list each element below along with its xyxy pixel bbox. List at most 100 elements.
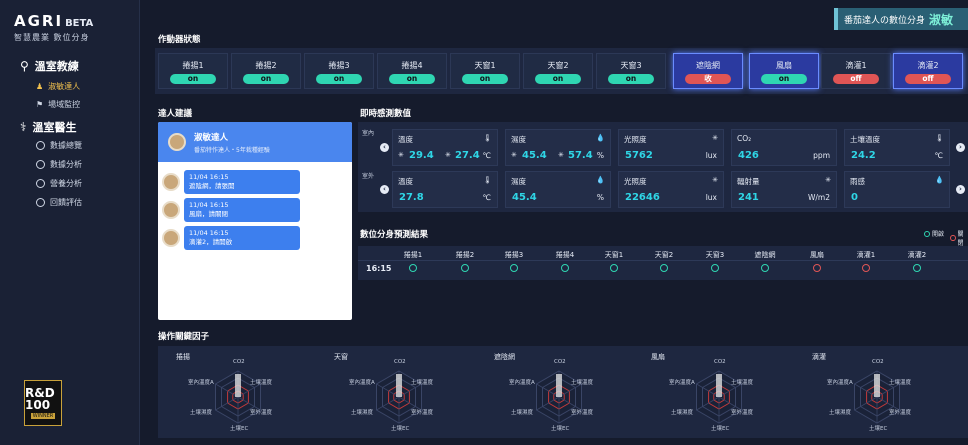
actuator-label: 天窗1 [474, 61, 496, 70]
sidebar-item-overview[interactable]: 數據總覽 [36, 140, 82, 151]
radar-axis-label: CO2 [872, 359, 884, 365]
avatar [168, 133, 186, 151]
prediction-header: 天窗3 [705, 251, 725, 259]
stethoscope-icon: ⚕ [20, 120, 27, 134]
nav-section-coach[interactable]: ⚲ 溫室教練 [20, 58, 79, 74]
sensor-card: 雨感 💧 0 [844, 171, 950, 208]
status-badge: on [761, 74, 807, 84]
sensor-header: 土壤溫度 🌡 [850, 134, 944, 145]
nav-section-doctor[interactable]: ⚕ 溫室醫生 [20, 119, 77, 135]
sensor-value-1: 29.4 [409, 150, 434, 161]
indoor-label: 室內 [362, 130, 375, 137]
actuator-card[interactable]: 天窗1 on [450, 53, 520, 89]
message-bubble[interactable]: 11/04 16:15 風扇，請關閉 [184, 198, 300, 222]
prev-arrow-icon[interactable]: ‹ [380, 185, 389, 194]
actuator-card[interactable]: 遮陰網收 [673, 53, 743, 89]
logo-text: AGRI [14, 12, 64, 30]
sensor-label: 光照度 [624, 135, 647, 144]
actuator-card[interactable]: 天窗3 on [596, 53, 666, 89]
radar-chart [536, 370, 582, 424]
actuator-card[interactable]: 捲揚1 on [158, 53, 228, 89]
next-arrow-icon[interactable]: › [956, 185, 965, 194]
droplet-icon: 💧 [596, 134, 605, 142]
actuator-card[interactable]: 風扇 on [749, 53, 819, 89]
expert-title: 達人建議 [158, 109, 193, 119]
radar-axis-label: 土壤EC [551, 426, 570, 432]
sensor-header: 輻射量 ✳ [737, 176, 831, 187]
radar-axis-label: CO2 [714, 359, 726, 365]
message-time: 11/04 16:15 [189, 173, 229, 181]
prediction-title: 數位分身預測結果 [360, 230, 429, 240]
sensor-value: 24.2 [851, 150, 876, 161]
sensor-unit: ℃ [482, 151, 491, 160]
radar-axis-label: 室內溫度A [188, 380, 214, 386]
radar-axis-label: 土壤濕度 [671, 410, 694, 416]
power-on-icon [561, 264, 569, 272]
message-bubble[interactable]: 11/04 16:15 滴灌2，請開啟 [184, 226, 300, 250]
sidebar-item-label: 數據分析 [50, 160, 82, 169]
message-item: 11/04 16:15 遮陰網，請張開 [162, 170, 300, 194]
sensor-card: 溫度 🌡 27.8 ℃ [392, 171, 498, 208]
power-off-icon [862, 264, 870, 272]
actuator-card[interactable]: 捲揚3 on [304, 53, 374, 89]
sun-icon: ✳ [712, 176, 718, 184]
factor-title: 操作關鍵因子 [158, 332, 210, 342]
legend-on: 開啟 [924, 229, 944, 238]
sensor-card: 濕度 💧 45.4% [505, 171, 611, 208]
logo[interactable]: AGRI BETA 智慧農業 數位分身 [14, 12, 134, 43]
person-icon: ♟ [36, 82, 44, 91]
circle-icon [36, 179, 45, 188]
prediction-header: 天窗2 [654, 251, 674, 259]
prediction-header: 捲揚1 [403, 251, 423, 259]
radar-chart [854, 370, 900, 424]
sidebar-item-nutrition[interactable]: 營養分析 [36, 178, 82, 189]
sensor-value: 27.8 [399, 192, 424, 203]
message-bubble[interactable]: 11/04 16:15 遮陰網，請張開 [184, 170, 300, 194]
radar-axis-label: 室內溫度A [509, 380, 535, 386]
sensor-value-2: 27.4 [455, 150, 480, 161]
thermometer-icon: 🌡 [483, 134, 492, 142]
sensor-unit: W/m2 [807, 193, 830, 202]
outdoor-label: 室外 [362, 173, 375, 180]
actuator-card[interactable]: 捲揚2 on [231, 53, 301, 89]
status-badge: off [833, 74, 879, 84]
factor-name: 捲揚 [176, 353, 190, 361]
sensor-label: 濕度 [511, 177, 526, 186]
sun-small-icon: ✳ [398, 151, 404, 159]
sensor-label: 土壤溫度 [850, 135, 880, 144]
sidebar-item-label: 回饋評估 [50, 198, 82, 207]
sensor-value-1: 45.4 [522, 150, 547, 161]
radar-axis-label: 室內溫度A [349, 380, 375, 386]
radar-bar [716, 374, 722, 397]
radar-axis-label: 土壤EC [711, 426, 730, 432]
sidebar-item-expert[interactable]: ♟ 淑敏達人 [36, 81, 80, 92]
radar-bar [874, 374, 880, 397]
legend-on-label: 開啟 [932, 231, 945, 238]
next-arrow-icon[interactable]: › [956, 143, 965, 152]
sidebar-item-feedback[interactable]: 回饋評估 [36, 197, 82, 208]
actuator-label: 捲揚2 [255, 61, 277, 70]
actuator-card[interactable]: 滴灌2 off [893, 53, 963, 89]
avatar [162, 201, 180, 219]
circle-icon [36, 160, 45, 169]
actuator-card[interactable]: 捲揚4 on [377, 53, 447, 89]
message-item: 11/04 16:15 風扇，請關閉 [162, 198, 300, 222]
sidebar-item-analysis[interactable]: 數據分析 [36, 159, 82, 170]
thermometer-icon: 🌡 [935, 134, 944, 142]
sidebar-item-monitor[interactable]: ⚑ 場域監控 [36, 99, 80, 110]
sensor-card: 溫度 🌡 29.4 27.4 ✳ ✳ ℃ [392, 129, 498, 166]
sensor-card: 光照度 ✳ 5762 lux [618, 129, 724, 166]
nav-section-label: 溫室醫生 [32, 121, 77, 134]
moon-small-icon: ✳ [558, 151, 564, 159]
prev-arrow-icon[interactable]: ‹ [380, 143, 389, 152]
status-badge: off [905, 74, 951, 84]
sensor-card: 濕度 💧 45.4 57.4 ✳ ✳% [505, 129, 611, 166]
logo-subtitle: 智慧農業 數位分身 [14, 33, 90, 42]
sensor-header: 濕度 💧 [511, 134, 605, 145]
sensor-unit: ℃ [482, 193, 491, 202]
power-off-icon [813, 264, 821, 272]
sensor-label: 濕度 [511, 135, 526, 144]
actuator-card[interactable]: 天窗2 on [523, 53, 593, 89]
actuator-card[interactable]: 滴灌1 off [821, 53, 891, 89]
logo-beta: BETA [65, 18, 94, 29]
